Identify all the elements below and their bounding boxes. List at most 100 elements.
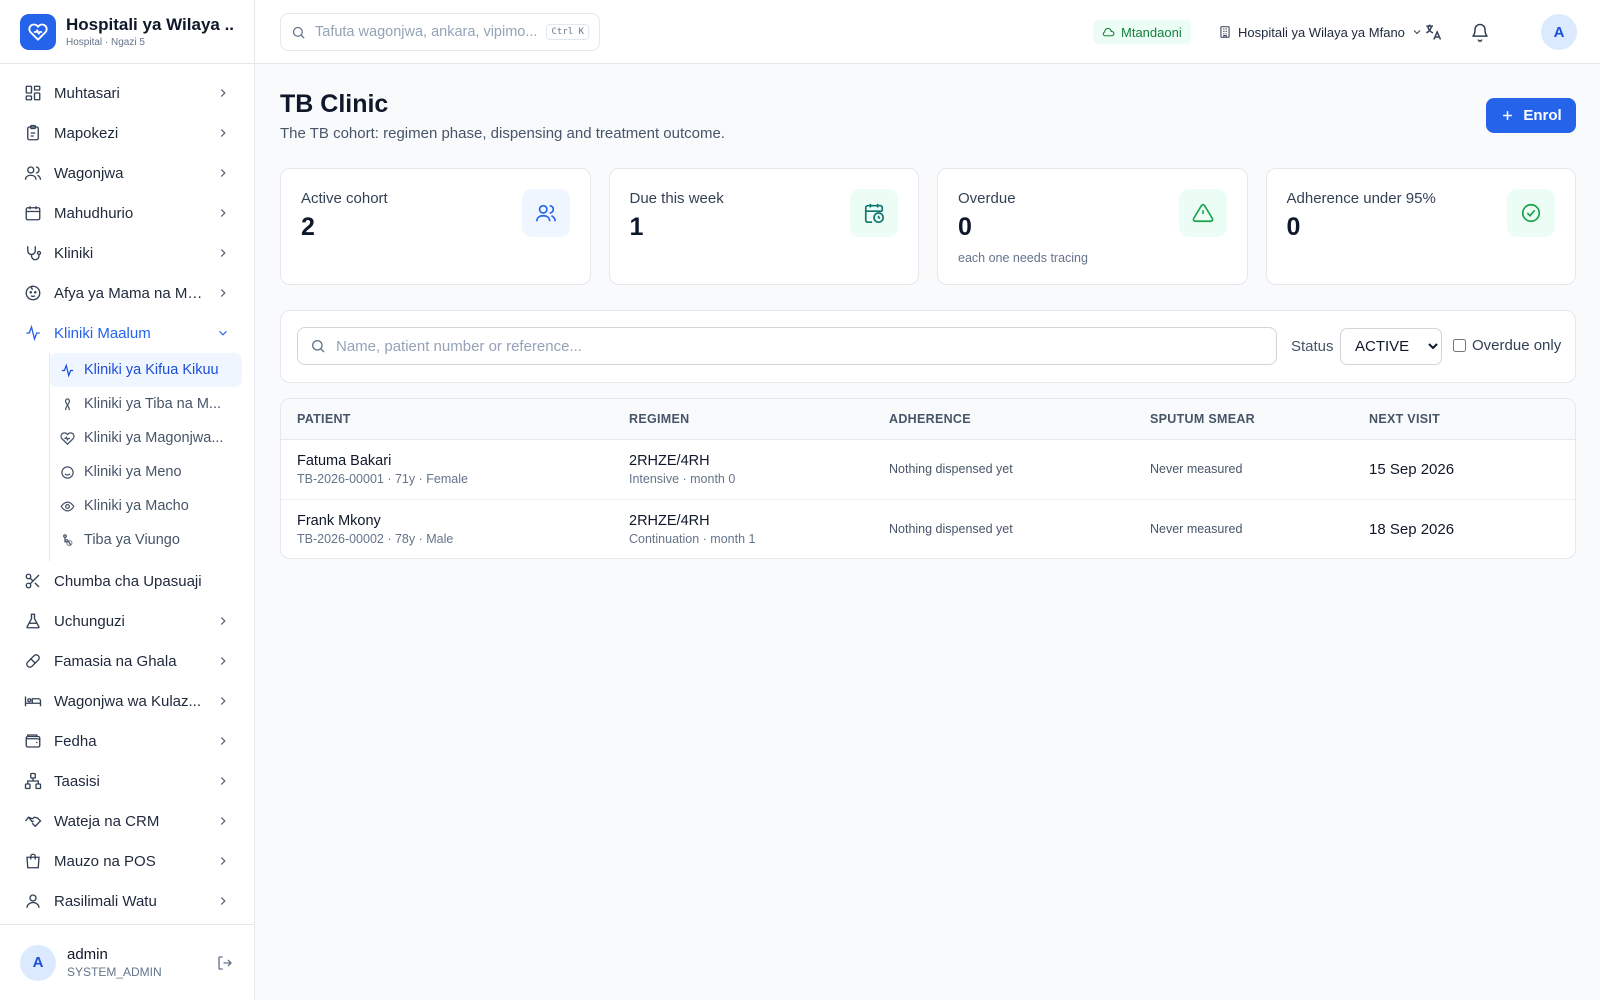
scissors-icon [25, 573, 40, 589]
activity-icon [61, 362, 74, 378]
chevron-right-icon [220, 697, 226, 705]
sidebar-item-label: Kliniki Maalum [54, 324, 151, 342]
sidebar-item-afya-ya-mama[interactable]: Afya ya Mama na Mt... [0, 273, 254, 313]
filter-bar: Status ACTIVE Overdue only [280, 310, 1576, 383]
chevron-right-icon [220, 777, 226, 785]
sidebar-subitem-label: Kliniki ya Magonjwa... [84, 430, 224, 446]
stat-card-due-this-week: Due this week 1 [608, 168, 919, 285]
alert-triangle-icon [1178, 189, 1227, 237]
next-visit-date: 15 Sep 2026 [1369, 460, 1455, 478]
overdue-only-label: Overdue only [1472, 337, 1562, 354]
patient-name[interactable]: Frank Mkony [297, 513, 597, 529]
users-icon [24, 166, 42, 180]
table-row[interactable]: Frank Mkony TB-2026-00002 · 78y · Male 2… [281, 499, 1575, 558]
cloud-icon [1102, 27, 1115, 36]
eye-icon [60, 500, 75, 512]
sidebar-item-label: Rasilimali Watu [54, 892, 157, 910]
sidebar-item-wagonjwa[interactable]: Wagonjwa [0, 153, 254, 193]
column-header-adherence[interactable]: ADHERENCE [873, 399, 1134, 440]
sidebar-item-kliniki[interactable]: Kliniki [0, 233, 254, 273]
sidebar-item-label: Muhtasari [54, 84, 120, 102]
user-avatar[interactable]: A [20, 944, 56, 981]
table-row[interactable]: Fatuma Bakari TB-2026-00001 · 71y · Fema… [281, 439, 1575, 500]
header-avatar[interactable]: A [1541, 14, 1577, 50]
sidebar-item-chumba-cha-upasuaji[interactable]: Chumba cha Upasuaji [0, 561, 254, 601]
regimen-phase: Continuation · month 1 [629, 531, 756, 546]
sidebar-item-wateja-crm[interactable]: Wateja na CRM [0, 801, 254, 841]
column-header-regimen[interactable]: REGIMEN [613, 399, 873, 440]
translate-icon[interactable] [1423, 22, 1443, 42]
sidebar-subitem-label: Kliniki ya Tiba na M... [84, 396, 221, 412]
sidebar-subitem-label: Tiba ya Viungo [84, 532, 180, 548]
status-select[interactable]: ACTIVE [1340, 328, 1442, 365]
network-icon [24, 772, 42, 790]
column-header-patient[interactable]: PATIENT [281, 399, 613, 440]
chevron-right-icon [220, 617, 226, 625]
sidebar-item-rasilimali-watu[interactable]: Rasilimali Watu [0, 881, 254, 921]
stat-note: each one needs tracing [958, 251, 1088, 265]
sidebar-subitem-tiba[interactable]: Kliniki ya Tiba na M... [50, 387, 242, 421]
chevron-right-icon [220, 897, 226, 905]
sidebar: Hospitali ya Wilaya ... Hospital · Ngazi… [0, 0, 255, 1000]
chevron-down-icon [1413, 30, 1421, 35]
top-header: Tafuta wagonjwa, ankara, vipimo... Ctrl … [255, 0, 1600, 64]
column-header-sputum-smear[interactable]: SPUTUM SMEAR [1134, 399, 1353, 440]
enrol-button-label: Enrol [1523, 107, 1562, 124]
tb-cohort-table: PATIENT REGIMEN ADHERENCE SPUTUM SMEAR N… [280, 398, 1576, 559]
sidebar-subitem-meno[interactable]: Kliniki ya Meno [50, 455, 242, 489]
sidebar-item-label: Afya ya Mama na Mt... [54, 284, 204, 302]
sidebar-item-label: Uchunguzi [54, 612, 125, 630]
check-circle-icon [1507, 189, 1555, 237]
user-icon [26, 894, 40, 908]
stat-card-overdue: Overdue 0 each one needs tracing [937, 168, 1248, 285]
chevron-right-icon [220, 857, 226, 865]
sidebar-item-kliniki-maalum[interactable]: Kliniki Maalum [0, 313, 254, 353]
sidebar-item-muhtasari[interactable]: Muhtasari [0, 73, 254, 113]
chevron-right-icon [220, 209, 226, 217]
bell-icon[interactable] [1470, 22, 1490, 42]
sidebar-item-label: Wateja na CRM [54, 812, 160, 830]
brand[interactable]: Hospitali ya Wilaya ... Hospital · Ngazi… [0, 0, 254, 64]
overdue-only-toggle[interactable]: Overdue only [1453, 337, 1561, 354]
sidebar-subitem-viungo[interactable]: Tiba ya Viungo [50, 523, 242, 557]
sidebar-item-fedha[interactable]: Fedha [0, 721, 254, 761]
building-icon [1220, 26, 1230, 38]
user-role: SYSTEM_ADMIN [67, 965, 162, 979]
global-search-input[interactable]: Tafuta wagonjwa, ankara, vipimo... Ctrl … [280, 13, 600, 51]
logout-icon[interactable] [216, 954, 234, 972]
sidebar-item-taasisi[interactable]: Taasisi [0, 761, 254, 801]
sidebar-subitem-macho[interactable]: Kliniki ya Macho [50, 489, 242, 523]
pill-icon [26, 654, 40, 668]
patient-search-input[interactable] [336, 337, 1264, 355]
regimen-code: 2RHZE/4RH [629, 452, 710, 469]
users-icon [521, 189, 570, 237]
search-shortcut: Ctrl K [546, 24, 589, 40]
handshake-icon [24, 816, 42, 828]
patient-name[interactable]: Fatuma Bakari [297, 453, 597, 469]
sidebar-subitem-magonjwa[interactable]: Kliniki ya Magonjwa... [50, 421, 242, 455]
sidebar-item-mahudhurio[interactable]: Mahudhurio [0, 193, 254, 233]
sidebar-item-label: Wagonjwa wa Kulaz... [54, 692, 202, 710]
sidebar-item-wagonjwa-wa-kulaza[interactable]: Wagonjwa wa Kulaz... [0, 681, 254, 721]
sidebar-item-uchunguzi[interactable]: Uchunguzi [0, 601, 254, 641]
main-content: TB Clinic The TB cohort: regimen phase, … [255, 64, 1600, 1000]
enrol-button[interactable]: Enrol [1486, 98, 1576, 133]
sidebar-item-mapokezi[interactable]: Mapokezi [0, 113, 254, 153]
sputum-smear-value: Never measured [1150, 522, 1243, 537]
stat-card-active-cohort: Active cohort 2 [280, 168, 591, 285]
plus-icon [1503, 111, 1513, 120]
sidebar-item-famasia[interactable]: Famasia na Ghala [0, 641, 254, 681]
online-status-badge: Mtandaoni [1093, 20, 1191, 44]
overdue-only-checkbox[interactable] [1453, 339, 1466, 352]
chevron-right-icon [220, 89, 226, 97]
sputum-smear-value: Never measured [1150, 462, 1243, 476]
sidebar-item-label: Fedha [54, 732, 97, 750]
facility-selector[interactable]: Hospitali ya Wilaya ya Mfano [1218, 20, 1423, 44]
sidebar-subitem-label: Kliniki ya Kifua Kikuu [84, 362, 219, 378]
page-subtitle: The TB cohort: regimen phase, dispensing… [280, 125, 725, 142]
sidebar-subitem-kifua-kikuu[interactable]: Kliniki ya Kifua Kikuu [50, 353, 242, 387]
sidebar-item-label: Mapokezi [54, 124, 119, 142]
sidebar-item-mauzo-pos[interactable]: Mauzo na POS [0, 841, 254, 881]
column-header-next-visit[interactable]: NEXT VISIT [1353, 399, 1575, 440]
sidebar-item-label: Mahudhurio [54, 204, 134, 222]
